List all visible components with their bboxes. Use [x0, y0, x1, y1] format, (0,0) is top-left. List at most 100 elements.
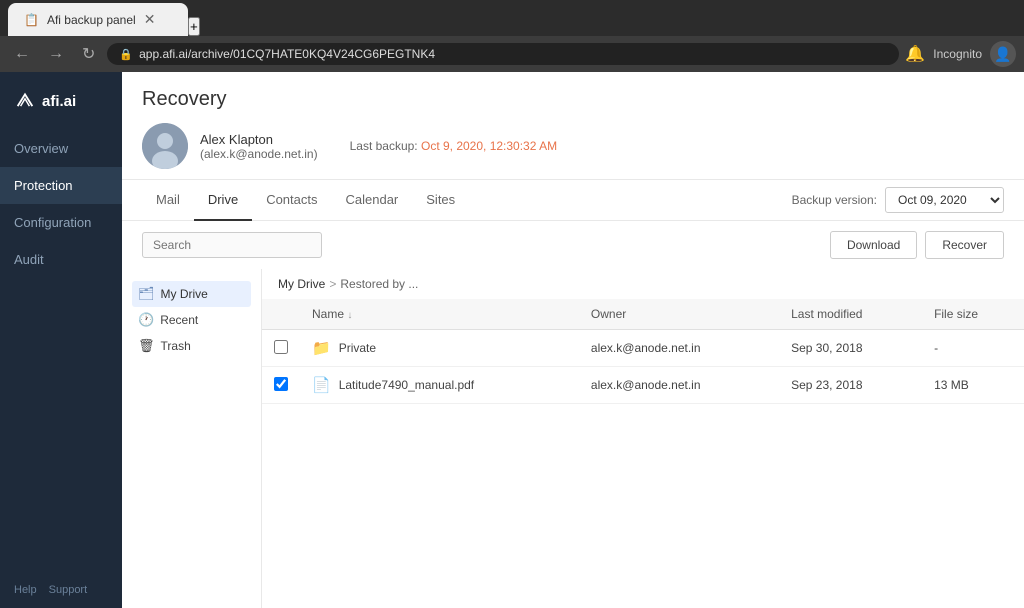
toolbar: Download Recover [122, 221, 1024, 269]
recover-button[interactable]: Recover [925, 231, 1004, 259]
tree-item-recent-label: Recent [160, 313, 198, 327]
row2-modified: Sep 23, 2018 [779, 367, 922, 404]
forward-button[interactable]: → [42, 41, 70, 67]
backup-date: Oct 9, 2020, 12:30:32 AM [421, 139, 557, 153]
col-name[interactable]: Name ↓ [300, 299, 579, 330]
row2-file-name: 📄 Latitude7490_manual.pdf [312, 376, 567, 394]
recent-icon: 🕐 [138, 312, 154, 328]
tab-favicon: 📋 [24, 13, 39, 27]
lock-icon: 🔒 [119, 48, 133, 61]
tab-drive[interactable]: Drive [194, 180, 252, 221]
trash-icon: 🗑 [138, 338, 155, 354]
row1-size: - [922, 330, 1024, 367]
tab-calendar[interactable]: Calendar [332, 180, 413, 221]
my-drive-icon: 🗂 [138, 286, 155, 302]
row2-checkbox[interactable] [274, 377, 288, 391]
backup-version-select[interactable]: Oct 09, 2020 Oct 08, 2020 Oct 07, 2020 [885, 187, 1004, 213]
breadcrumb-my-drive: My Drive [278, 277, 325, 291]
tab-contacts[interactable]: Contacts [252, 180, 331, 221]
row2-checkbox-cell [262, 367, 300, 404]
table-row: 📄 Latitude7490_manual.pdf alex.k@anode.n… [262, 367, 1024, 404]
backup-label: Last backup: [350, 139, 418, 153]
tab-title: Afi backup panel [47, 13, 136, 27]
row1-modified: Sep 30, 2018 [779, 330, 922, 367]
sidebar-nav: Overview Protection Configuration Audit [0, 126, 122, 572]
backup-version-label: Backup version: [792, 193, 877, 207]
support-link[interactable]: Support [49, 584, 88, 596]
address-bar[interactable]: 🔒 app.afi.ai/archive/01CQ7HATE0KQ4V24CG6… [107, 43, 899, 65]
avatar [142, 123, 188, 169]
notification-bell-icon[interactable]: 🔔 [905, 44, 925, 64]
tab-mail[interactable]: Mail [142, 180, 194, 221]
col-last-modified: Last modified [779, 299, 922, 330]
breadcrumb-separator: > [329, 277, 336, 291]
tab-sites[interactable]: Sites [412, 180, 469, 221]
user-info: Alex Klapton (alex.k@anode.net.in) Last … [142, 123, 1004, 169]
sidebar-logo: afi.ai [0, 72, 122, 126]
user-details: Alex Klapton (alex.k@anode.net.in) [200, 132, 318, 161]
sidebar: afi.ai Overview Protection Configuration… [0, 72, 122, 608]
logo-icon [14, 90, 36, 112]
new-tab-button[interactable]: + [188, 17, 200, 36]
browser-nav-right: 🔔 Incognito 👤 [905, 41, 1016, 67]
tabs-row: Mail Drive Contacts Calendar Sites Backu… [122, 180, 1024, 221]
app-container: afi.ai Overview Protection Configuration… [0, 72, 1024, 608]
tree-item-recent[interactable]: 🕐 Recent [132, 307, 251, 333]
name-sort-icon: ↓ [347, 310, 352, 321]
back-button[interactable]: ← [8, 41, 36, 67]
file-browser: 🗂 My Drive 🕐 Recent 🗑 Trash My Drive > R… [122, 269, 1024, 608]
breadcrumb-restored: Restored by ... [340, 277, 418, 291]
row2-owner: alex.k@anode.net.in [579, 367, 779, 404]
col-file-size: File size [922, 299, 1024, 330]
incognito-label: Incognito [933, 47, 982, 61]
active-tab[interactable]: 📋 Afi backup panel ✕ [8, 3, 188, 36]
browser-chrome: 📋 Afi backup panel ✕ + ← → ↻ 🔒 app.afi.a… [0, 0, 1024, 72]
pdf-icon: 📄 [312, 376, 331, 394]
col-owner: Owner [579, 299, 779, 330]
profile-avatar[interactable]: 👤 [990, 41, 1016, 67]
help-link[interactable]: Help [14, 584, 37, 596]
sidebar-item-protection[interactable]: Protection [0, 167, 122, 204]
files-table: Name ↓ Owner Last modified File size [262, 299, 1024, 404]
backup-version: Backup version: Oct 09, 2020 Oct 08, 202… [792, 187, 1004, 213]
row1-checkbox[interactable] [274, 340, 288, 354]
file-tree: 🗂 My Drive 🕐 Recent 🗑 Trash [122, 269, 262, 608]
page-title: Recovery [142, 88, 1004, 111]
tree-item-trash-label: Trash [161, 339, 191, 353]
row2-name: Latitude7490_manual.pdf [339, 378, 474, 392]
logo-text: afi.ai [42, 93, 76, 110]
sidebar-item-audit[interactable]: Audit [0, 241, 122, 278]
col-checkbox [262, 299, 300, 330]
refresh-button[interactable]: ↻ [76, 40, 101, 68]
sidebar-footer: Help Support [0, 572, 122, 608]
breadcrumb: My Drive > Restored by ... [262, 269, 1024, 299]
user-name: Alex Klapton [200, 132, 318, 147]
row1-name-cell: 📁 Private [300, 330, 579, 367]
row2-name-cell: 📄 Latitude7490_manual.pdf [300, 367, 579, 404]
row2-size: 13 MB [922, 367, 1024, 404]
folder-icon: 📁 [312, 339, 331, 357]
tree-item-my-drive[interactable]: 🗂 My Drive [132, 281, 251, 307]
search-input[interactable] [142, 232, 322, 258]
main-content: Recovery Alex Klapton (alex.k@anode.net.… [122, 72, 1024, 608]
file-list: My Drive > Restored by ... Name ↓ Owner [262, 269, 1024, 608]
backup-info: Last backup: Oct 9, 2020, 12:30:32 AM [350, 139, 557, 153]
tree-item-trash[interactable]: 🗑 Trash [132, 333, 251, 359]
url-text: app.afi.ai/archive/01CQ7HATE0KQ4V24CG6PE… [139, 47, 435, 61]
browser-tabs: 📋 Afi backup panel ✕ + [0, 0, 1024, 36]
user-email: (alex.k@anode.net.in) [200, 147, 318, 161]
page-header: Recovery Alex Klapton (alex.k@anode.net.… [122, 72, 1024, 180]
sidebar-item-configuration[interactable]: Configuration [0, 204, 122, 241]
tab-close-button[interactable]: ✕ [144, 11, 156, 28]
browser-nav: ← → ↻ 🔒 app.afi.ai/archive/01CQ7HATE0KQ4… [0, 36, 1024, 72]
download-button[interactable]: Download [830, 231, 917, 259]
table-row: 📁 Private alex.k@anode.net.in Sep 30, 20… [262, 330, 1024, 367]
row1-file-name: 📁 Private [312, 339, 567, 357]
sidebar-item-overview[interactable]: Overview [0, 130, 122, 167]
row1-checkbox-cell [262, 330, 300, 367]
tree-item-my-drive-label: My Drive [161, 287, 208, 301]
row1-owner: alex.k@anode.net.in [579, 330, 779, 367]
table-header: Name ↓ Owner Last modified File size [262, 299, 1024, 330]
table-body: 📁 Private alex.k@anode.net.in Sep 30, 20… [262, 330, 1024, 404]
row1-name: Private [339, 341, 376, 355]
